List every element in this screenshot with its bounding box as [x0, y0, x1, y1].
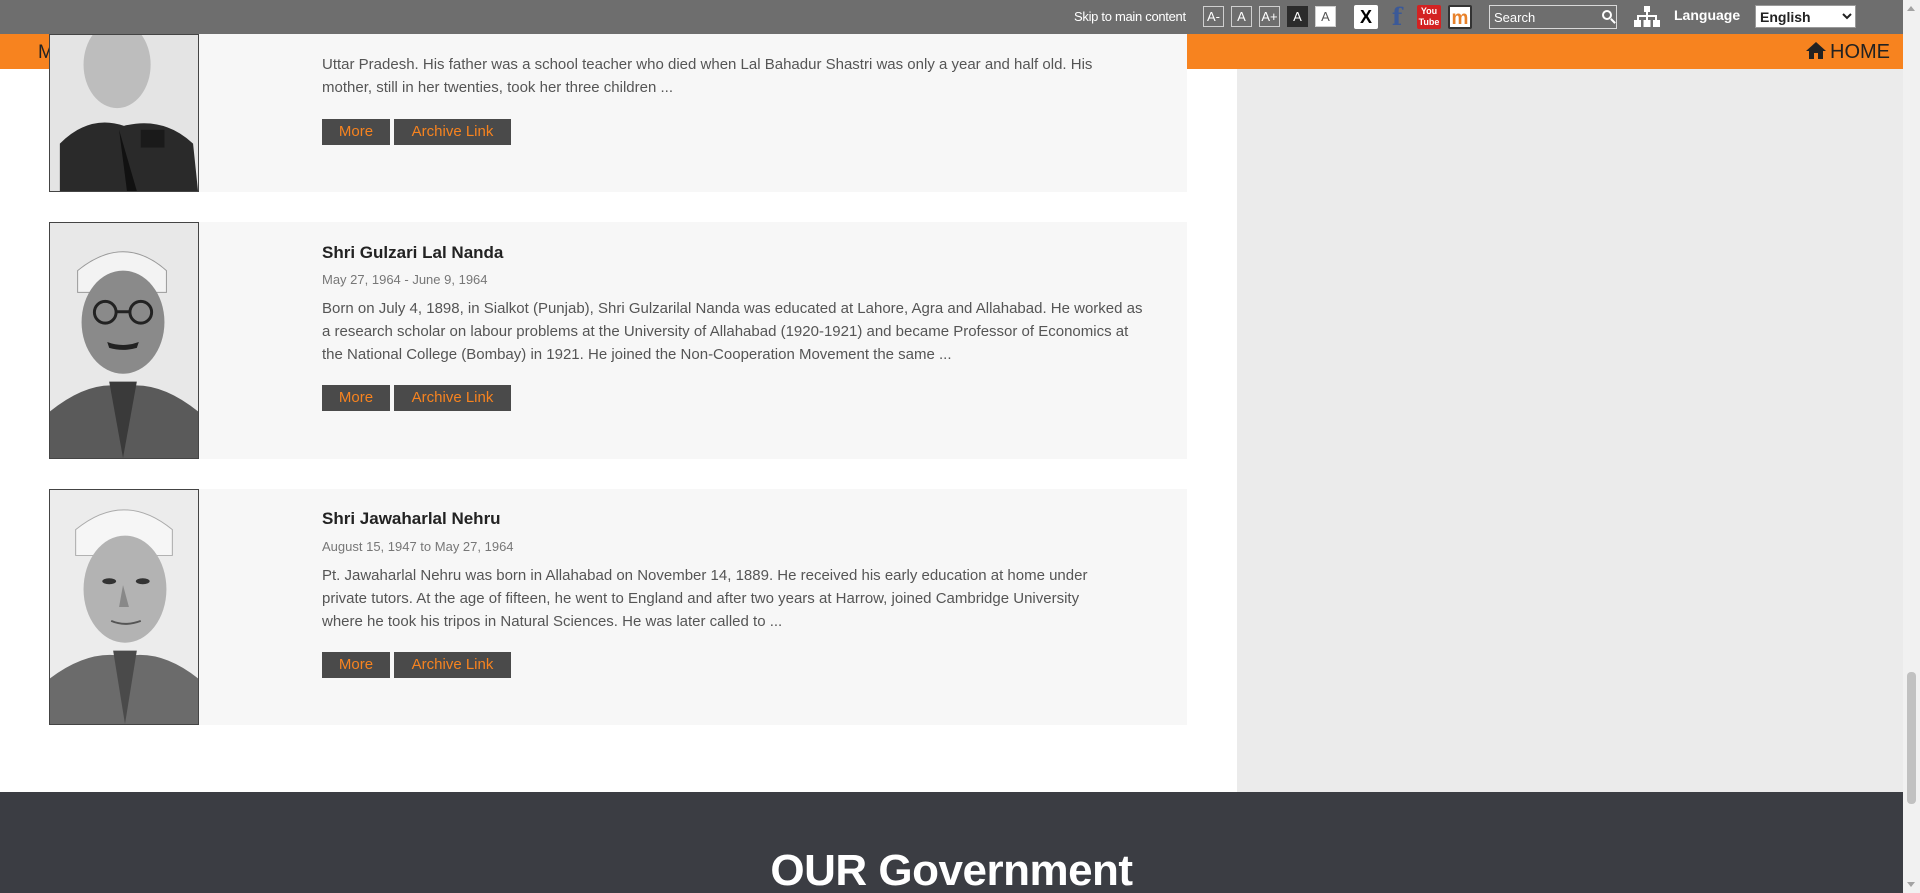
right-sidebar	[1237, 69, 1903, 792]
language-select[interactable]: English	[1755, 5, 1856, 28]
pm-tenure-dates: May 27, 1964 - June 9, 1964	[322, 272, 488, 287]
scroll-up-arrow[interactable]	[1907, 6, 1915, 11]
pm-portrait	[49, 489, 199, 725]
pm-bio-line: Pt. Jawaharlal Nehru was born in Allahab…	[322, 567, 1088, 584]
more-button[interactable]: More	[322, 385, 390, 411]
pm-bio: Born on July 4, 1898, in Sialkot (Punjab…	[322, 297, 1172, 366]
skip-to-main-content-link[interactable]: Skip to main content	[1074, 9, 1186, 24]
pm-card-gulzari-lal-nanda: Shri Gulzari Lal Nanda May 27, 1964 - Ju…	[49, 222, 1187, 459]
top-utility-bar: Skip to main content A- A A+ A A X f You…	[0, 0, 1903, 34]
scroll-down-arrow[interactable]	[1907, 882, 1915, 887]
font-decrease-button[interactable]: A-	[1203, 6, 1224, 27]
dark-contrast-button[interactable]: A	[1287, 6, 1308, 27]
footer-section: OUR Government	[0, 792, 1903, 893]
language-label: Language	[1674, 7, 1741, 23]
font-normal-button[interactable]: A	[1231, 6, 1252, 27]
pm-bio-line: Uttar Pradesh. His father was a school t…	[322, 56, 1093, 73]
pm-portrait	[49, 34, 199, 192]
archive-link-button[interactable]: Archive Link	[394, 385, 511, 411]
font-increase-button[interactable]: A+	[1259, 6, 1280, 27]
pm-name: Shri Jawaharlal Nehru	[322, 509, 501, 528]
more-button[interactable]: More	[322, 119, 390, 145]
home-label: HOME	[1830, 41, 1890, 63]
mygov-icon[interactable]: m	[1448, 5, 1472, 29]
more-button[interactable]: More	[322, 652, 390, 678]
pm-bio: Pt. Jawaharlal Nehru was born in Allahab…	[322, 564, 1172, 633]
home-icon	[1806, 42, 1826, 59]
archive-link-button[interactable]: Archive Link	[394, 652, 511, 678]
youtube-icon[interactable]: You Tube	[1417, 5, 1441, 29]
pm-bio-line: private tutors. At the age of fifteen, h…	[322, 590, 1080, 607]
sitemap-icon[interactable]	[1634, 6, 1660, 28]
pm-bio: Uttar Pradesh. His father was a school t…	[322, 53, 1172, 99]
pm-bio-line: the National College (Bombay) in 1921. H…	[322, 346, 952, 363]
home-link[interactable]: HOME	[1806, 41, 1890, 64]
pm-bio-line: a research scholar on labour problems at…	[322, 323, 1129, 340]
pm-portrait	[49, 222, 199, 459]
pm-name: Shri Gulzari Lal Nanda	[322, 243, 504, 262]
archive-link-button[interactable]: Archive Link	[394, 119, 511, 145]
pm-tenure-dates: August 15, 1947 to May 27, 1964	[322, 539, 514, 554]
search-box	[1489, 5, 1617, 29]
pm-card-lal-bahadur-shastri: Uttar Pradesh. His father was a school t…	[49, 34, 1187, 192]
pm-card-jawaharlal-nehru: Shri Jawaharlal Nehru August 15, 1947 to…	[49, 489, 1187, 725]
pm-bio-line: Born on July 4, 1898, in Sialkot (Punjab…	[322, 300, 1143, 317]
search-icon[interactable]	[1602, 10, 1612, 20]
page-scrollbar[interactable]	[1903, 0, 1920, 893]
footer-title: OUR Government	[770, 846, 1133, 893]
scrollbar-thumb[interactable]	[1907, 672, 1916, 804]
pm-bio-line: mother, still in her twenties, took her …	[322, 79, 673, 96]
pm-bio-line: where he took his tripos in Natural Scie…	[322, 613, 783, 630]
search-input[interactable]	[1490, 6, 1594, 28]
facebook-icon[interactable]: f	[1385, 5, 1409, 29]
light-contrast-button[interactable]: A	[1315, 6, 1336, 27]
x-icon[interactable]: X	[1354, 5, 1378, 29]
